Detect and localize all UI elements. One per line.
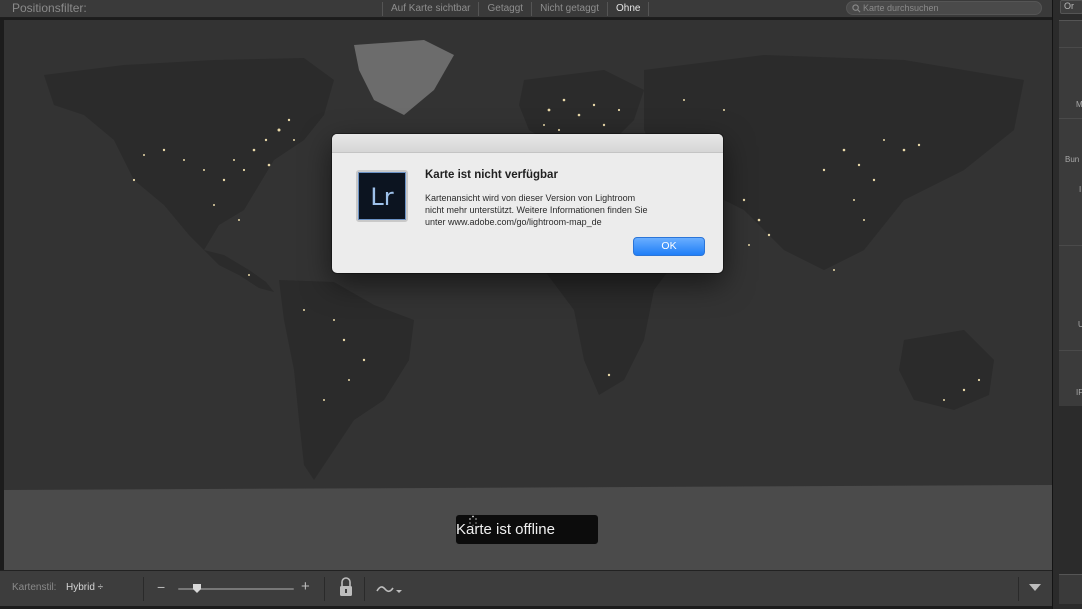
map-view[interactable]: Karte ist offline xyxy=(4,20,1052,570)
panel-field-label: M xyxy=(1076,100,1082,109)
zoom-in-button[interactable]: + xyxy=(301,578,310,595)
dialog-message: Kartenansicht wird von dieser Version vo… xyxy=(425,192,710,228)
zoom-slider-thumb[interactable] xyxy=(193,584,201,593)
filter-tagged[interactable]: Getaggt xyxy=(478,2,531,16)
lock-markers-icon[interactable] xyxy=(338,576,354,598)
chevron-down-icon[interactable] xyxy=(1029,584,1041,592)
toolbar-divider xyxy=(1018,577,1019,601)
panel-divider xyxy=(1059,350,1082,351)
loading-spinner-icon xyxy=(469,515,477,527)
filter-visible-on-map[interactable]: Auf Karte sichtbar xyxy=(382,2,478,16)
dialog-message-line: unter www.adobe.com/go/lightroom-map_de xyxy=(425,217,602,227)
map-search-box xyxy=(846,1,1042,15)
zoom-out-button[interactable]: − xyxy=(157,579,165,595)
panel-divider xyxy=(1059,118,1082,119)
filter-untagged[interactable]: Nicht getaggt xyxy=(531,2,607,16)
dialog-message-line: Kartenansicht wird von dieser Version vo… xyxy=(425,193,636,203)
map-unavailable-dialog: Lr Karte ist nicht verfügbar Kartenansic… xyxy=(332,134,723,273)
right-side-panel: Or M Bun I U IF xyxy=(1052,0,1082,609)
map-offline-badge: Karte ist offline xyxy=(455,514,599,545)
location-filter-bar: Positionsfilter: Auf Karte sichtbar Geta… xyxy=(0,0,1052,18)
panel-field-label: IF xyxy=(1076,388,1082,397)
map-style-select[interactable]: Hybrid ÷ xyxy=(66,582,103,593)
tracklog-icon[interactable] xyxy=(375,582,403,596)
panel-divider xyxy=(1059,245,1082,246)
panel-toggle-label: Or xyxy=(1064,1,1074,11)
filter-tabs: Auf Karte sichtbar Getaggt Nicht getaggt… xyxy=(382,0,650,18)
panel-field-label: Bun xyxy=(1065,155,1080,164)
map-toolbar: Kartenstil: Hybrid ÷ − + xyxy=(0,570,1052,606)
filter-none[interactable]: Ohne xyxy=(607,2,650,16)
lightroom-app-icon: Lr xyxy=(356,170,408,222)
panel-divider xyxy=(1059,47,1082,48)
panel-field-label: I xyxy=(1079,185,1082,194)
lightroom-icon-label: Lr xyxy=(370,183,394,211)
dialog-message-line: nicht mehr unterstützt. Weitere Informat… xyxy=(425,205,648,215)
toolbar-divider xyxy=(143,577,144,601)
dialog-titlebar xyxy=(332,134,723,153)
map-search-input[interactable] xyxy=(863,2,1038,14)
filter-bar-title: Positionsfilter: xyxy=(12,1,87,15)
toolbar-divider xyxy=(364,577,365,601)
panel-field-label: U xyxy=(1078,320,1082,329)
toolbar-divider xyxy=(324,577,325,601)
search-icon xyxy=(852,4,861,13)
ok-button[interactable]: OK xyxy=(633,237,705,256)
world-map-night-lights xyxy=(4,40,1052,570)
panel-footer xyxy=(1059,574,1082,604)
metadata-panel xyxy=(1059,20,1082,406)
dialog-title: Karte ist nicht verfügbar xyxy=(425,169,558,181)
map-style-label: Kartenstil: xyxy=(12,582,57,593)
